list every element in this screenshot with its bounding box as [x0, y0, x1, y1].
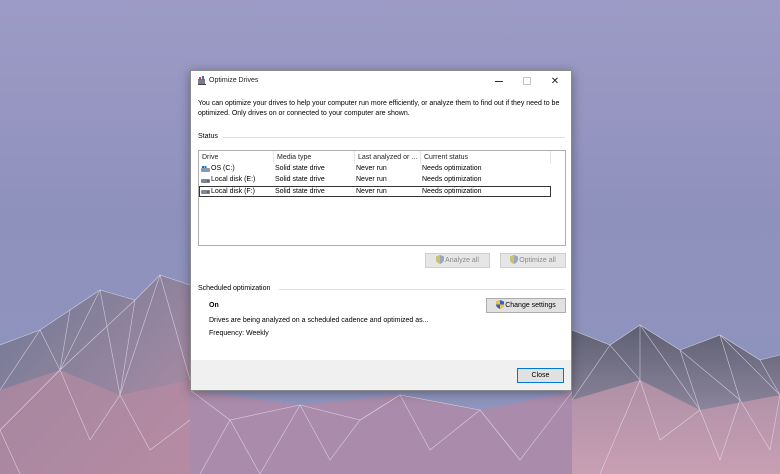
- optimize-all-button[interactable]: Optimize all: [500, 253, 566, 268]
- change-settings-button[interactable]: Change settings: [486, 298, 566, 313]
- schedule-frequency: Frequency: Weekly: [209, 330, 269, 337]
- column-media-type[interactable]: Media type: [274, 151, 355, 164]
- uac-shield-icon: [510, 255, 519, 264]
- dialog-footer: Close: [191, 360, 571, 390]
- uac-shield-icon: [496, 300, 505, 309]
- scheduled-divider: [279, 289, 565, 290]
- analyze-all-label: Analyze all: [445, 257, 479, 264]
- window-title: Optimize Drives: [209, 77, 259, 84]
- schedule-description: Drives are being analyzed on a scheduled…: [209, 317, 429, 324]
- change-settings-label: Change settings: [505, 302, 556, 309]
- status-divider: [223, 137, 565, 138]
- minimize-button[interactable]: [485, 71, 513, 91]
- drive-media-type: Solid state drive: [275, 165, 325, 172]
- close-icon: ✕: [550, 75, 560, 87]
- hard-drive-icon: [201, 190, 210, 194]
- hard-drive-icon: [201, 179, 210, 183]
- desktop-wallpaper: Optimize Drives ✕ You can optimize your …: [0, 0, 780, 474]
- drive-last-analyzed: Never run: [356, 176, 387, 183]
- close-window-button[interactable]: ✕: [541, 71, 569, 91]
- scheduled-section-label: Scheduled optimization: [198, 285, 271, 292]
- drive-name: OS (C:): [211, 165, 235, 172]
- defrag-app-icon: [198, 76, 206, 85]
- column-drive[interactable]: Drive: [199, 151, 274, 164]
- status-section-label: Status: [198, 133, 218, 140]
- drive-name: Local disk (F:): [211, 188, 255, 195]
- dialog-description: You can optimize your drives to help you…: [198, 100, 560, 117]
- drive-list-header: Drive Media type Last analyzed or ... Cu…: [199, 151, 565, 164]
- drive-last-analyzed: Never run: [356, 188, 387, 195]
- drive-list[interactable]: Drive Media type Last analyzed or ... Cu…: [198, 150, 566, 246]
- column-current-status[interactable]: Current status: [421, 151, 551, 164]
- optimize-all-label: Optimize all: [519, 257, 556, 264]
- uac-shield-icon: [436, 255, 445, 264]
- drive-name: Local disk (E:): [211, 176, 256, 183]
- drive-current-status: Needs optimization: [422, 188, 482, 195]
- title-bar[interactable]: Optimize Drives ✕: [191, 71, 571, 91]
- close-button[interactable]: Close: [517, 368, 564, 383]
- column-last-analyzed[interactable]: Last analyzed or ...: [355, 151, 421, 164]
- drive-media-type: Solid state drive: [275, 188, 325, 195]
- windows-drive-icon: [201, 166, 210, 172]
- drive-last-analyzed: Never run: [356, 165, 387, 172]
- maximize-button[interactable]: [513, 71, 541, 91]
- drive-media-type: Solid state drive: [275, 176, 325, 183]
- minimize-icon: [495, 80, 503, 82]
- analyze-all-button[interactable]: Analyze all: [425, 253, 490, 268]
- schedule-state: On: [209, 302, 219, 309]
- optimize-drives-dialog: Optimize Drives ✕ You can optimize your …: [190, 70, 572, 391]
- drive-row-c[interactable]: OS (C:) Solid state drive Never run Need…: [199, 164, 551, 175]
- drive-current-status: Needs optimization: [422, 176, 482, 183]
- drive-current-status: Needs optimization: [422, 165, 482, 172]
- maximize-icon: [523, 77, 531, 85]
- drive-row-f[interactable]: Local disk (F:) Solid state drive Never …: [199, 186, 551, 197]
- drive-row-e[interactable]: Local disk (E:) Solid state drive Never …: [199, 175, 551, 186]
